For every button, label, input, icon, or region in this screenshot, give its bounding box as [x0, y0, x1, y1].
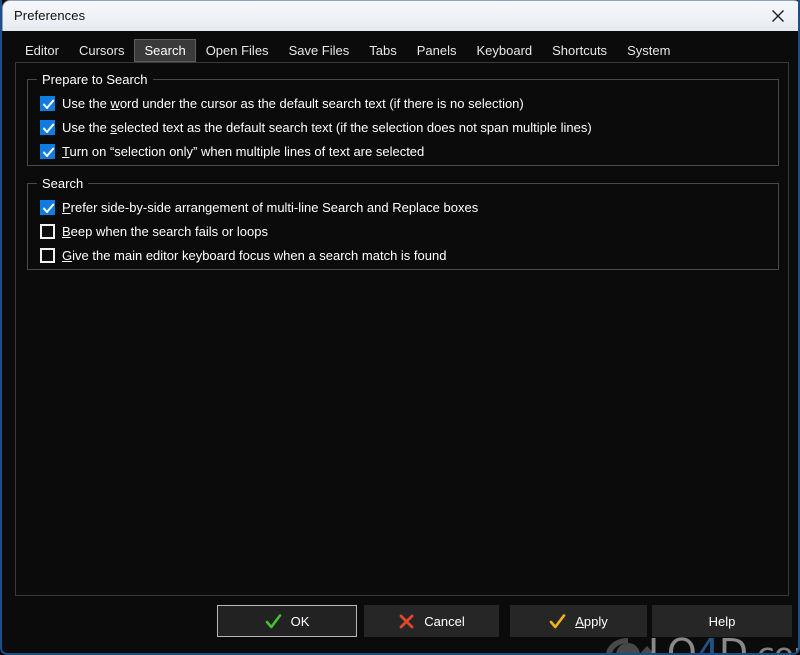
tab-cursors[interactable]: Cursors [69, 39, 135, 62]
label-mnemonic: w [110, 95, 120, 111]
tab-panels[interactable]: Panels [407, 39, 467, 62]
group-prepare-to-search: Prepare to Search Use the word under the… [27, 72, 779, 166]
checkbox-label: Turn on “selection only” when multiple l… [62, 144, 424, 159]
tab-label: Search [144, 43, 186, 58]
check-icon [265, 613, 282, 630]
checkbox-row-selected-text[interactable]: Use the selected text as the default sea… [40, 116, 592, 138]
preferences-dialog: Preferences Editor Cursors Search Open F… [0, 0, 800, 655]
label-post: eep when the search fails or loops [70, 223, 268, 239]
tab-editor[interactable]: Editor [15, 39, 69, 62]
group-title: Prepare to Search [37, 72, 153, 87]
checkbox-label: Use the word under the cursor as the def… [62, 96, 524, 111]
checkbox-side-by-side[interactable] [40, 199, 55, 215]
tab-label: Keyboard [476, 43, 533, 58]
close-button[interactable] [755, 1, 798, 31]
checkbox-beep-on-fail[interactable] [40, 223, 55, 239]
help-button-label: Help [708, 613, 736, 629]
label-post: elected text as the default search text … [116, 119, 592, 135]
apply-button[interactable]: Apply [510, 605, 647, 637]
dialog-button-bar: OK Cancel Apply Help [2, 605, 798, 650]
window-title: Preferences [14, 8, 86, 23]
tab-label: Editor [25, 43, 59, 58]
tab-keyboard[interactable]: Keyboard [466, 39, 542, 62]
checkbox-selected-text[interactable] [40, 119, 55, 135]
tab-tabs[interactable]: Tabs [359, 39, 406, 62]
checkbox-row-selection-only[interactable]: Turn on “selection only” when multiple l… [40, 140, 424, 162]
label-mnemonic: B [62, 223, 71, 239]
ok-button[interactable]: OK [217, 605, 357, 637]
checkbox-row-editor-focus[interactable]: Give the main editor keyboard focus when… [40, 244, 446, 266]
checkbox-label: Use the selected text as the default sea… [62, 120, 592, 135]
label-post: refer side-by-side arrangement of multi-… [70, 199, 479, 215]
close-icon [771, 9, 785, 23]
label-mnemonic: P [62, 199, 71, 215]
tab-bar: Editor Cursors Search Open Files Save Fi… [15, 39, 680, 62]
checkbox-row-beep-on-fail[interactable]: Beep when the search fails or loops [40, 220, 268, 242]
label-pre: Use the [62, 95, 111, 111]
help-button[interactable]: Help [652, 605, 792, 637]
checkbox-row-side-by-side[interactable]: Prefer side-by-side arrangement of multi… [40, 196, 478, 218]
tab-system[interactable]: System [617, 39, 680, 62]
label-post: ive the main editor keyboard focus when … [72, 247, 447, 263]
checkbox-label: Give the main editor keyboard focus when… [62, 248, 446, 263]
tab-label: Panels [416, 43, 457, 58]
apply-button-label: Apply [575, 613, 608, 629]
checkbox-word-under-cursor[interactable] [40, 95, 55, 111]
label-pre: Use the [62, 119, 111, 135]
tab-label: System [627, 43, 671, 58]
tab-open-files[interactable]: Open Files [196, 39, 279, 62]
checkbox-row-word-under-cursor[interactable]: Use the word under the cursor as the def… [40, 92, 524, 114]
label-mnemonic: G [62, 247, 73, 263]
checkbox-label: Prefer side-by-side arrangement of multi… [62, 200, 478, 215]
group-title: Search [37, 176, 89, 191]
tab-search[interactable]: Search [134, 39, 196, 62]
check-icon [549, 613, 566, 630]
label-post: urn on “selection only” when multiple li… [69, 143, 425, 159]
tab-shortcuts[interactable]: Shortcuts [542, 39, 617, 62]
cancel-button[interactable]: Cancel [364, 605, 499, 637]
checkbox-label: Beep when the search fails or loops [62, 224, 268, 239]
cancel-button-label: Cancel [424, 613, 465, 629]
tab-label: Tabs [369, 43, 397, 58]
tab-save-files[interactable]: Save Files [279, 39, 360, 62]
checkbox-selection-only[interactable] [40, 143, 55, 159]
tab-label: Cursors [78, 43, 125, 58]
label-post: ord under the cursor as the default sear… [119, 95, 524, 111]
dialog-body: Editor Cursors Search Open Files Save Fi… [2, 31, 798, 653]
cross-icon [398, 613, 415, 630]
group-search: Search Prefer side-by-side arrangement o… [27, 176, 779, 270]
title-bar: Preferences [2, 0, 798, 31]
tab-label: Open Files [205, 43, 269, 58]
tab-label: Save Files [288, 43, 350, 58]
ok-button-label: OK [290, 613, 310, 629]
tab-label: Shortcuts [552, 43, 608, 58]
checkbox-editor-focus[interactable] [40, 247, 55, 263]
tab-content-panel: Prepare to Search Use the word under the… [15, 62, 789, 596]
